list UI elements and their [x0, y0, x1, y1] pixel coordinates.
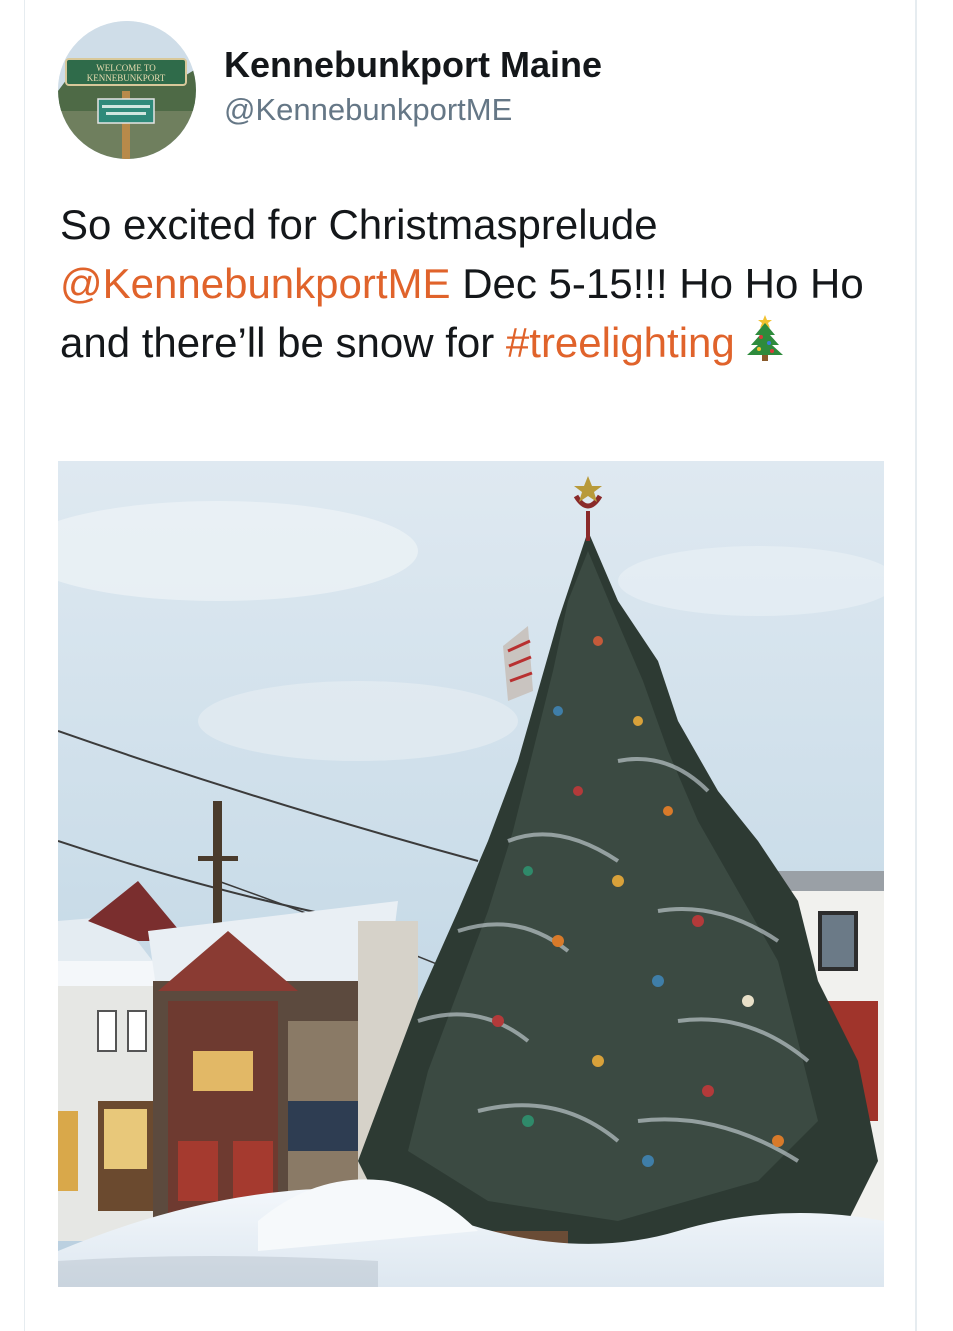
christmas-tree-icon	[745, 313, 785, 376]
mention-link[interactable]: @KennebunkportME	[60, 260, 451, 307]
svg-text:KENNEBUNKPORT: KENNEBUNKPORT	[87, 73, 166, 83]
hashtag-link[interactable]: #treelighting	[506, 319, 735, 366]
christmas-tree-photo	[58, 461, 884, 1287]
tweet-photo[interactable]	[58, 461, 884, 1287]
tweet-text: So excited for Christmasprelude @Kennebu…	[60, 195, 900, 376]
author-name[interactable]: Kennebunkport Maine	[224, 44, 602, 86]
avatar-image: WELCOME TO KENNEBUNKPORT	[58, 21, 196, 159]
card-border-left	[24, 0, 25, 1331]
avatar[interactable]: WELCOME TO KENNEBUNKPORT	[58, 21, 196, 159]
author-handle[interactable]: @KennebunkportME	[224, 92, 512, 128]
svg-text:WELCOME TO: WELCOME TO	[96, 63, 156, 73]
tweet-text-part1: So excited for Christmasprelude	[60, 201, 658, 248]
card-border-right	[915, 0, 917, 1331]
tweet-card: WELCOME TO KENNEBUNKPORT Kennebunkport M…	[0, 0, 953, 1331]
